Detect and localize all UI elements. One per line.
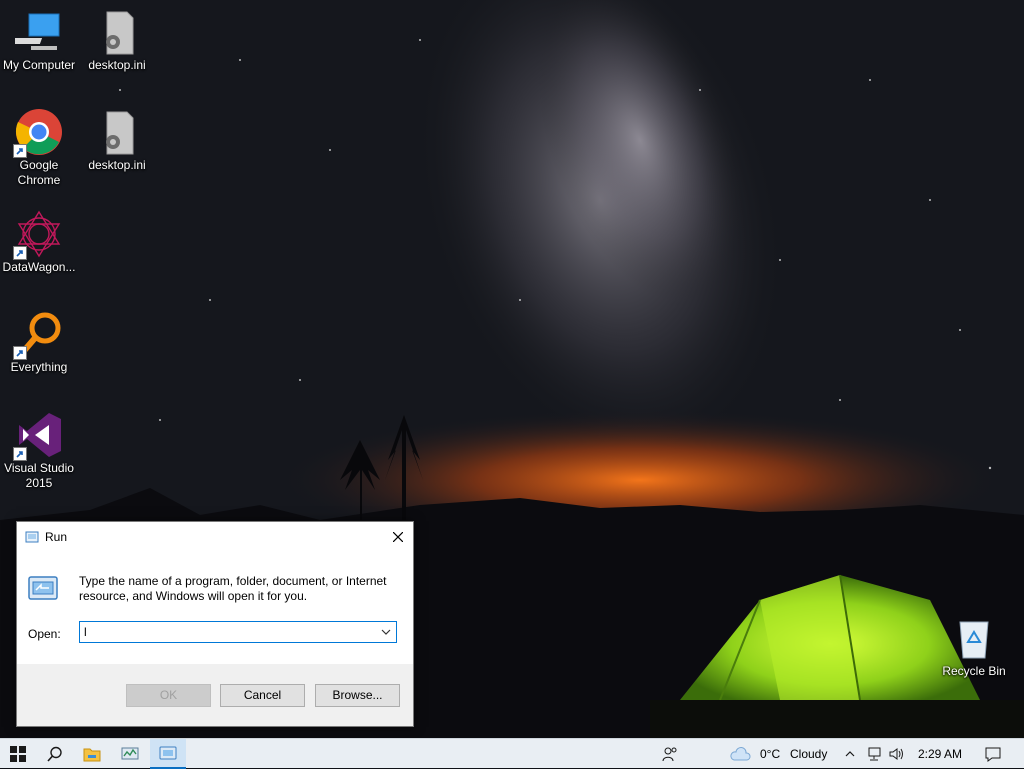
windows-logo-icon xyxy=(10,746,26,762)
folder-icon xyxy=(83,748,101,762)
speaker-icon xyxy=(889,748,903,760)
weather-temperature[interactable]: 0°C xyxy=(760,747,780,761)
desktop-icon-label: desktop.ini xyxy=(88,158,146,172)
cancel-button[interactable]: Cancel xyxy=(220,684,305,707)
search-button[interactable] xyxy=(38,739,72,769)
desktop-icon-label: DataWagon... xyxy=(2,260,76,274)
show-hidden-icons-button[interactable] xyxy=(842,739,858,769)
visual-studio-icon xyxy=(13,411,63,461)
action-center-button[interactable] xyxy=(978,739,1008,769)
desktop-icon-visual-studio[interactable]: Visual Studio 2015 xyxy=(1,411,77,491)
desktop-icon-desktop-ini[interactable]: desktop.ini xyxy=(79,8,155,73)
task-manager-icon xyxy=(121,747,139,760)
open-input[interactable] xyxy=(82,624,376,640)
shortcut-arrow-icon xyxy=(13,346,27,360)
desktop-icon-desktop-ini-2[interactable]: desktop.ini xyxy=(79,108,155,173)
recycle-bin-icon xyxy=(950,614,998,662)
ok-button[interactable]: OK xyxy=(126,684,211,707)
taskbar: 0°C Cloudy 2:29 AM xyxy=(0,738,1024,769)
settings-file-icon xyxy=(93,108,141,156)
network-icon xyxy=(868,747,881,761)
search-icon xyxy=(47,746,62,762)
clock[interactable]: 2:29 AM xyxy=(918,747,962,761)
desktop-icon-datawagon[interactable]: DataWagon... xyxy=(1,210,77,275)
run-title: Run xyxy=(45,530,68,544)
taskbar-app[interactable] xyxy=(112,739,148,769)
run-dialog-body: Type the name of a program, folder, docu… xyxy=(17,552,413,664)
taskbar-run-button[interactable] xyxy=(150,739,186,769)
chevron-up-icon xyxy=(845,751,855,757)
network-button[interactable] xyxy=(864,739,884,769)
desktop-icon-label: Everything xyxy=(10,360,68,374)
open-label: Open: xyxy=(28,627,61,641)
desktop-icon-label: desktop.ini xyxy=(88,58,146,72)
people-icon xyxy=(662,747,677,762)
shortcut-arrow-icon xyxy=(13,144,27,158)
run-icon xyxy=(159,746,177,760)
desktop-icon-my-computer[interactable]: My Computer xyxy=(1,8,77,73)
desktop-icon-label: Visual Studio 2015 xyxy=(4,461,74,490)
datawagon-icon xyxy=(13,210,63,260)
chevron-down-icon xyxy=(381,629,391,635)
run-dialog: Run Type the name of a program, folder, … xyxy=(16,521,414,727)
close-button[interactable] xyxy=(383,522,413,552)
open-combobox[interactable] xyxy=(79,621,397,643)
open-dropdown-button[interactable] xyxy=(376,622,396,642)
weather-widget[interactable] xyxy=(726,739,754,769)
computer-icon xyxy=(15,8,63,56)
shortcut-arrow-icon xyxy=(13,447,27,461)
run-app-icon xyxy=(25,530,39,544)
notification-icon xyxy=(985,747,1001,762)
browse-button[interactable]: Browse... xyxy=(315,684,400,707)
chrome-icon xyxy=(13,108,63,158)
cloud-icon xyxy=(730,746,751,761)
desktop-icon-label: My Computer xyxy=(2,58,76,72)
run-icon xyxy=(27,574,61,604)
settings-file-icon xyxy=(93,8,141,56)
volume-button[interactable] xyxy=(886,739,908,769)
desktop-icon-label: Recycle Bin xyxy=(942,664,1006,678)
desktop-icon-recycle-bin[interactable]: Recycle Bin xyxy=(936,614,1012,679)
shortcut-arrow-icon xyxy=(13,246,27,260)
close-icon xyxy=(393,532,403,542)
desktop-icon-google-chrome[interactable]: Google Chrome xyxy=(1,108,77,188)
desktop-icon-everything[interactable]: Everything xyxy=(1,310,77,375)
magnifier-icon xyxy=(13,310,63,360)
run-titlebar[interactable]: Run xyxy=(17,522,413,552)
run-description: Type the name of a program, folder, docu… xyxy=(79,574,387,603)
people-button[interactable] xyxy=(656,739,684,769)
start-button[interactable] xyxy=(0,739,36,769)
desktop-icon-label: Google Chrome xyxy=(17,158,61,187)
weather-condition[interactable]: Cloudy xyxy=(790,747,827,761)
taskbar-file-explorer[interactable] xyxy=(74,739,110,769)
